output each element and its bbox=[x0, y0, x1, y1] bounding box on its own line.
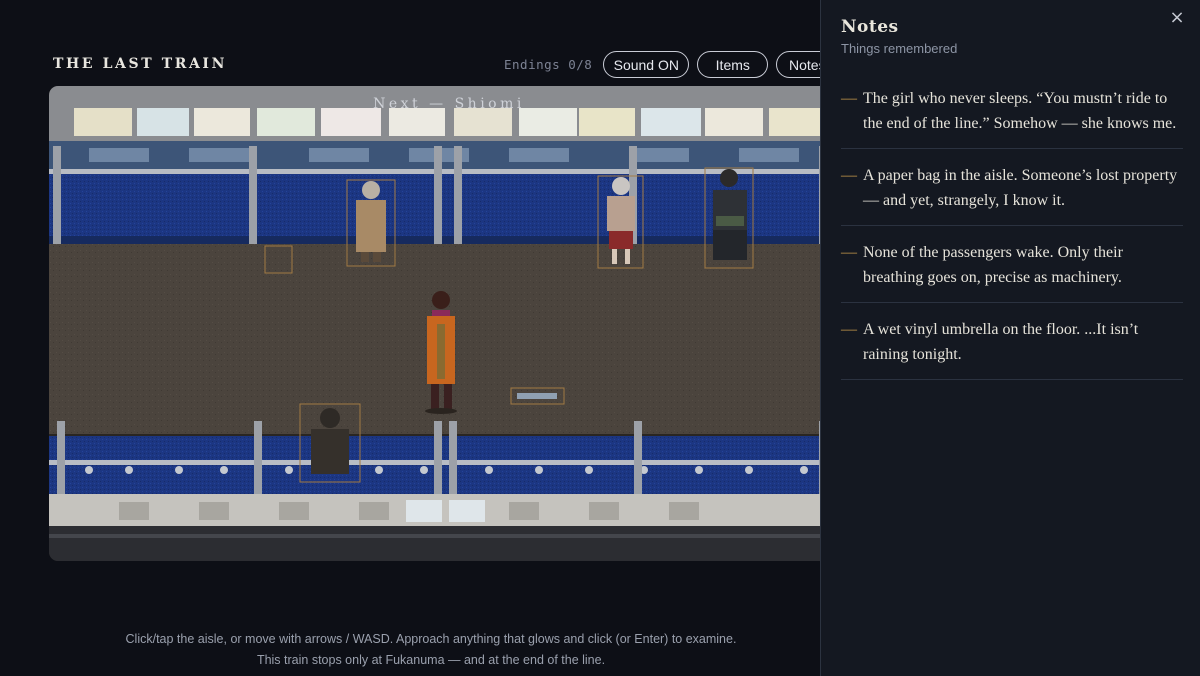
note-text: A paper bag in the aisle. Someone’s lost… bbox=[863, 167, 1178, 209]
close-icon[interactable]: × bbox=[1167, 8, 1187, 28]
note-item: — None of the passengers wake. Only thei… bbox=[841, 238, 1183, 303]
dash-icon: — bbox=[841, 321, 857, 338]
notes-panel-title: Notes bbox=[841, 17, 899, 37]
hint-line-1: Click/tap the aisle, or move with arrows… bbox=[125, 632, 737, 646]
note-text: A wet vinyl umbrella on the floor. ...It… bbox=[863, 321, 1139, 363]
notes-panel: Notes Things remembered × — The girl who… bbox=[820, 0, 1200, 676]
note-text: None of the passengers wake. Only their … bbox=[863, 244, 1123, 286]
hint-line-2: This train stops only at Fukanuma — and … bbox=[256, 653, 606, 667]
dash-icon: — bbox=[841, 90, 857, 107]
note-item: — The girl who never sleeps. “You mustn’… bbox=[841, 84, 1183, 149]
control-hint: Click/tap the aisle, or move with arrows… bbox=[0, 629, 862, 671]
notes-list: — The girl who never sleeps. “You mustn’… bbox=[841, 84, 1183, 392]
next-station-label: Next — Shiomi bbox=[373, 96, 525, 112]
endings-counter: Endings 0/8 bbox=[504, 57, 593, 72]
game-title: THE LAST TRAIN bbox=[53, 56, 227, 72]
train-scene[interactable]: Next — Shiomi bbox=[49, 86, 849, 561]
dash-icon: — bbox=[841, 244, 857, 261]
note-text: The girl who never sleeps. “You mustn’t … bbox=[863, 90, 1177, 132]
sound-toggle-button[interactable]: Sound ON bbox=[603, 51, 690, 78]
note-item: — A paper bag in the aisle. Someone’s lo… bbox=[841, 161, 1183, 226]
items-button[interactable]: Items bbox=[697, 51, 769, 78]
dash-icon: — bbox=[841, 167, 857, 184]
notes-panel-subtitle: Things remembered bbox=[841, 41, 958, 56]
top-toolbar: Endings 0/8 Sound ON Items Notes bbox=[504, 51, 846, 78]
note-item: — A wet vinyl umbrella on the floor. ...… bbox=[841, 315, 1183, 380]
